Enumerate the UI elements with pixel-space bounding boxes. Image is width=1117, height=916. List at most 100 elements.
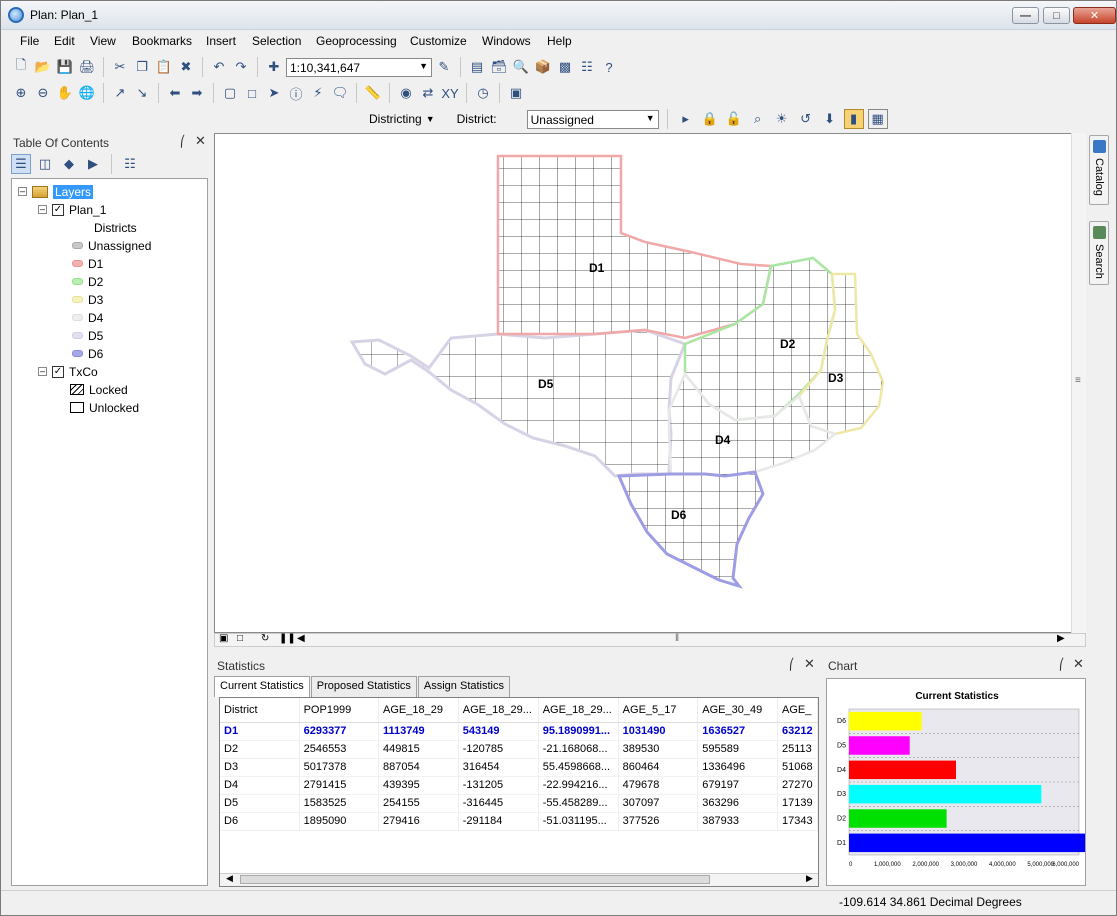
grid-horizontal-scrollbar[interactable]: ◀ ▶ [220, 873, 818, 886]
legend-item-d5[interactable]: D5 [72, 327, 103, 344]
txco-visibility-checkbox[interactable]: ✓ [52, 365, 64, 378]
forward-arrow-icon[interactable]: ➡ [187, 83, 207, 103]
map-scale-combobox[interactable]: 1:10,341,647 ▼ [286, 57, 432, 77]
pin-icon[interactable]: ⎛ [180, 135, 186, 148]
column-header[interactable]: AGE_ [777, 698, 818, 723]
district-d1-shape[interactable] [496, 154, 773, 340]
copy-icon[interactable]: ❐ [132, 57, 152, 77]
close-icon[interactable]: ✕ [804, 656, 815, 672]
whats-this-help-icon[interactable]: ? [599, 57, 619, 77]
list-by-selection-icon[interactable]: ▶ [83, 154, 103, 174]
catalog-tab[interactable]: Catalog [1089, 135, 1109, 205]
identify-info-icon[interactable]: ⓘ [286, 83, 306, 103]
column-header[interactable]: AGE_5_17 [618, 698, 699, 723]
district-d5-shape[interactable] [349, 328, 687, 478]
tab-current-statistics[interactable]: Current Statistics [214, 676, 310, 697]
select-features-icon[interactable]: ▢ [220, 83, 240, 103]
delete-icon[interactable]: ✖ [176, 57, 196, 77]
full-extent-globe-icon[interactable]: 🌐 [77, 83, 97, 103]
pan-hand-icon[interactable]: ✋ [55, 83, 75, 103]
district-dropdown[interactable]: Unassigned ▼ [526, 109, 659, 129]
refresh-icon[interactable]: ↻ [261, 633, 269, 644]
search-tab[interactable]: Search [1089, 221, 1109, 285]
column-header[interactable]: AGE_18_29... [458, 698, 539, 723]
menu-selection[interactable]: Selection [252, 34, 301, 48]
hyperlink-bolt-icon[interactable]: ⚡ [308, 83, 328, 103]
select-elements-arrow-icon[interactable]: ➤ [264, 83, 284, 103]
menu-bookmarks[interactable]: Bookmarks [132, 34, 192, 48]
legend-item-d1[interactable]: D1 [72, 255, 103, 272]
table-row[interactable]: D6 1895090 279416 -291184 -51.031195... … [220, 812, 818, 831]
menu-geoprocessing[interactable]: Geoprocessing [316, 34, 397, 48]
menu-help[interactable]: Help [547, 34, 572, 48]
districting-menu[interactable]: Districting [369, 112, 422, 126]
close-button[interactable]: ✕ [1073, 7, 1116, 24]
layout-view-icon[interactable]: □ [237, 633, 243, 644]
menu-insert[interactable]: Insert [206, 34, 236, 48]
texas-districts-map[interactable]: D1 D2 D3 D4 D5 D6 [215, 134, 1071, 632]
search-window-icon[interactable]: 🔍 [511, 57, 531, 77]
undo-assignment-icon[interactable]: ↺ [796, 109, 816, 129]
statistics-grid[interactable]: District POP1999 AGE_18_29 AGE_18_29... … [219, 697, 819, 887]
table-row[interactable]: D4 2791415 439395 -131205 -22.994216... … [220, 776, 818, 795]
flash-district-icon[interactable]: ☀ [772, 109, 792, 129]
menu-view[interactable]: View [90, 34, 116, 48]
pause-drawing-icon[interactable]: ❚❚ [279, 633, 296, 644]
zoom-out-icon[interactable]: ⊖ [33, 83, 53, 103]
scroll-right-icon[interactable]: ▶ [1057, 633, 1065, 644]
menu-customize[interactable]: Customize [410, 34, 467, 48]
assign-district-icon[interactable]: ▸ [676, 109, 696, 129]
add-data-icon[interactable]: ✚ [264, 57, 284, 77]
fixed-zoom-in-icon[interactable]: ↗ [110, 83, 130, 103]
lock-icon[interactable]: 🔒 [700, 109, 720, 129]
layers-label[interactable]: Layers [53, 184, 94, 199]
district-d6-shape[interactable] [616, 470, 765, 589]
find-route-icon[interactable]: ⇄ [418, 83, 438, 103]
html-popup-icon[interactable]: 🗨 [330, 83, 350, 103]
list-by-drawing-order-icon[interactable]: ☰ [11, 154, 31, 174]
zoom-in-icon[interactable]: ⊕ [11, 83, 31, 103]
list-by-visibility-icon[interactable]: ◆ [59, 154, 79, 174]
scroll-right-icon[interactable]: ▶ [806, 873, 813, 884]
plan-layer-label[interactable]: Plan_1 [69, 203, 106, 217]
statistics-window-icon[interactable]: ▮ [843, 109, 864, 129]
table-row[interactable]: D5 1583525 254155 -316445 -55.458289... … [220, 794, 818, 813]
collapse-icon[interactable]: – [18, 187, 27, 196]
column-header[interactable]: AGE_18_29 [378, 698, 459, 723]
legend-item-d6[interactable]: D6 [72, 345, 103, 362]
create-viewer-window-icon[interactable]: ▣ [506, 83, 526, 103]
find-binoculars-icon[interactable]: ◉ [396, 83, 416, 103]
menu-file[interactable]: File [20, 34, 39, 48]
tree-row-plan[interactable]: – ✓ Plan_1 [38, 201, 106, 218]
maximize-button[interactable]: □ [1043, 7, 1070, 24]
options-icon[interactable]: ☷ [120, 154, 140, 174]
table-row[interactable]: D3 5017378 887054 316454 55.4598668... 8… [220, 758, 818, 777]
table-row[interactable]: D2 2546553 449815 -120785 -21.168068... … [220, 740, 818, 759]
zoom-to-district-icon[interactable]: ⌕ [748, 109, 768, 129]
cut-icon[interactable]: ✂ [110, 57, 130, 77]
time-slider-icon[interactable]: ◷ [473, 83, 493, 103]
undo-icon[interactable]: ↶ [209, 57, 229, 77]
tree-row-layers[interactable]: – Layers [18, 183, 94, 200]
legend-item-locked[interactable]: Locked [70, 381, 128, 398]
menu-windows[interactable]: Windows [482, 34, 531, 48]
scroll-left-icon[interactable]: ◀ [297, 633, 305, 644]
open-folder-icon[interactable]: 📂 [33, 57, 53, 77]
new-document-icon[interactable]: 🗋 [11, 57, 31, 77]
map-horizontal-scrollbar[interactable]: ▣ □ ↻ ❚❚ ◀ ‖ ▶ [214, 633, 1086, 647]
legend-item-unassigned[interactable]: Unassigned [72, 237, 151, 254]
python-window-icon[interactable]: ▩ [555, 57, 575, 77]
table-of-contents-icon[interactable]: ▤ [467, 57, 487, 77]
pin-icon[interactable]: ⎛ [789, 658, 795, 671]
legend-item-d3[interactable]: D3 [72, 291, 103, 308]
column-header[interactable]: District [220, 698, 300, 723]
catalog-window-icon[interactable]: 🗃 [489, 57, 509, 77]
plan-visibility-checkbox[interactable]: ✓ [52, 203, 64, 216]
redo-icon[interactable]: ↷ [231, 57, 251, 77]
paste-icon[interactable]: 📋 [154, 57, 174, 77]
table-row[interactable]: D1 6293377 1113749 543149 95.1890991... … [220, 722, 818, 741]
menu-edit[interactable]: Edit [54, 34, 75, 48]
column-header[interactable]: POP1999 [299, 698, 380, 723]
download-icon[interactable]: ⬇ [820, 109, 840, 129]
tree-row-txco[interactable]: – ✓ TxCo [38, 363, 98, 380]
